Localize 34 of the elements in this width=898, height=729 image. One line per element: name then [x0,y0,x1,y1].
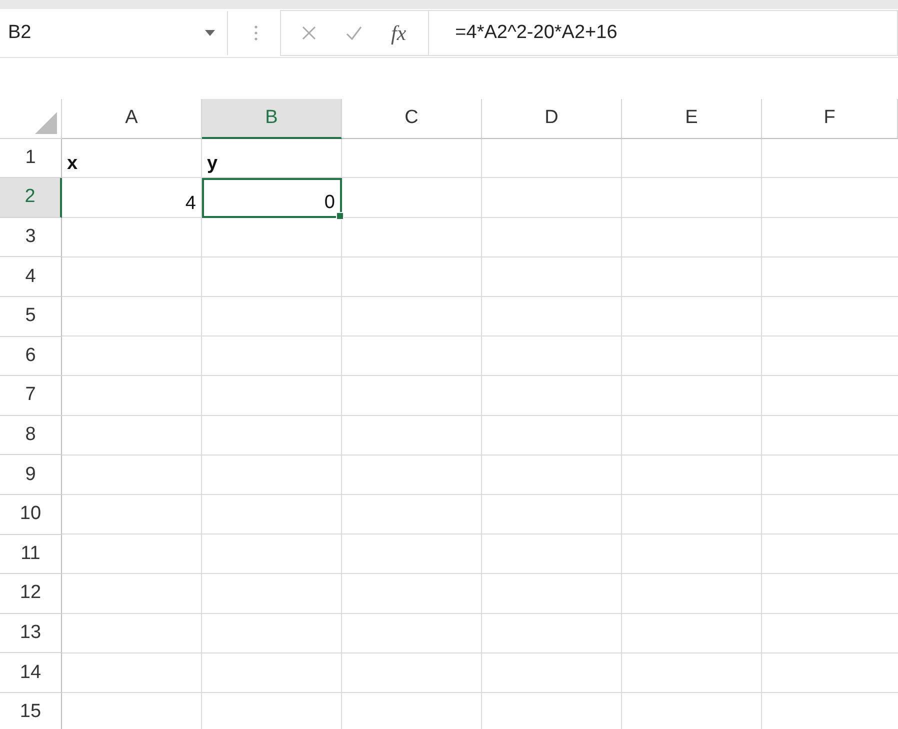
row-header[interactable]: 1 [0,138,62,178]
row-header[interactable]: 11 [0,534,62,574]
table-cell: 4 [62,178,202,218]
row-header[interactable]: 7 [0,376,62,416]
grip-icon [254,25,258,41]
row-header[interactable]: 6 [0,336,62,376]
fill-handle[interactable] [336,212,344,220]
row-header[interactable]: 4 [0,257,62,297]
formula-field[interactable]: =4*A2^2-20*A2+16 [428,10,898,56]
row-header[interactable]: 9 [0,455,62,495]
column-header[interactable]: C [342,99,482,139]
caret-icon[interactable] [205,30,215,36]
row-header[interactable]: 8 [0,416,62,456]
column-header[interactable]: E [622,99,762,139]
insert-function-button[interactable]: fx [391,20,406,46]
name-box[interactable]: B2 [0,11,228,55]
active-cell[interactable]: 0 [202,178,342,218]
row-header[interactable]: 14 [0,653,62,693]
row-header[interactable]: 13 [0,614,62,654]
row-header[interactable]: 5 [0,296,62,337]
select-all-icon[interactable] [35,112,57,134]
cell-reference: B2 [8,22,32,44]
row-header[interactable]: 12 [0,574,62,614]
row-header[interactable]: 10 [0,494,62,535]
table-cell: y [202,138,342,178]
row-header[interactable]: 3 [0,218,62,258]
row-header[interactable]: 2 [0,178,62,218]
column-header[interactable]: D [482,99,622,139]
column-header[interactable]: A [62,99,202,139]
column-header[interactable]: F [762,99,898,139]
check-icon[interactable] [345,25,363,41]
cancel-icon[interactable] [301,25,317,41]
table-cell: x [62,138,202,178]
column-header[interactable]: B [202,99,342,139]
